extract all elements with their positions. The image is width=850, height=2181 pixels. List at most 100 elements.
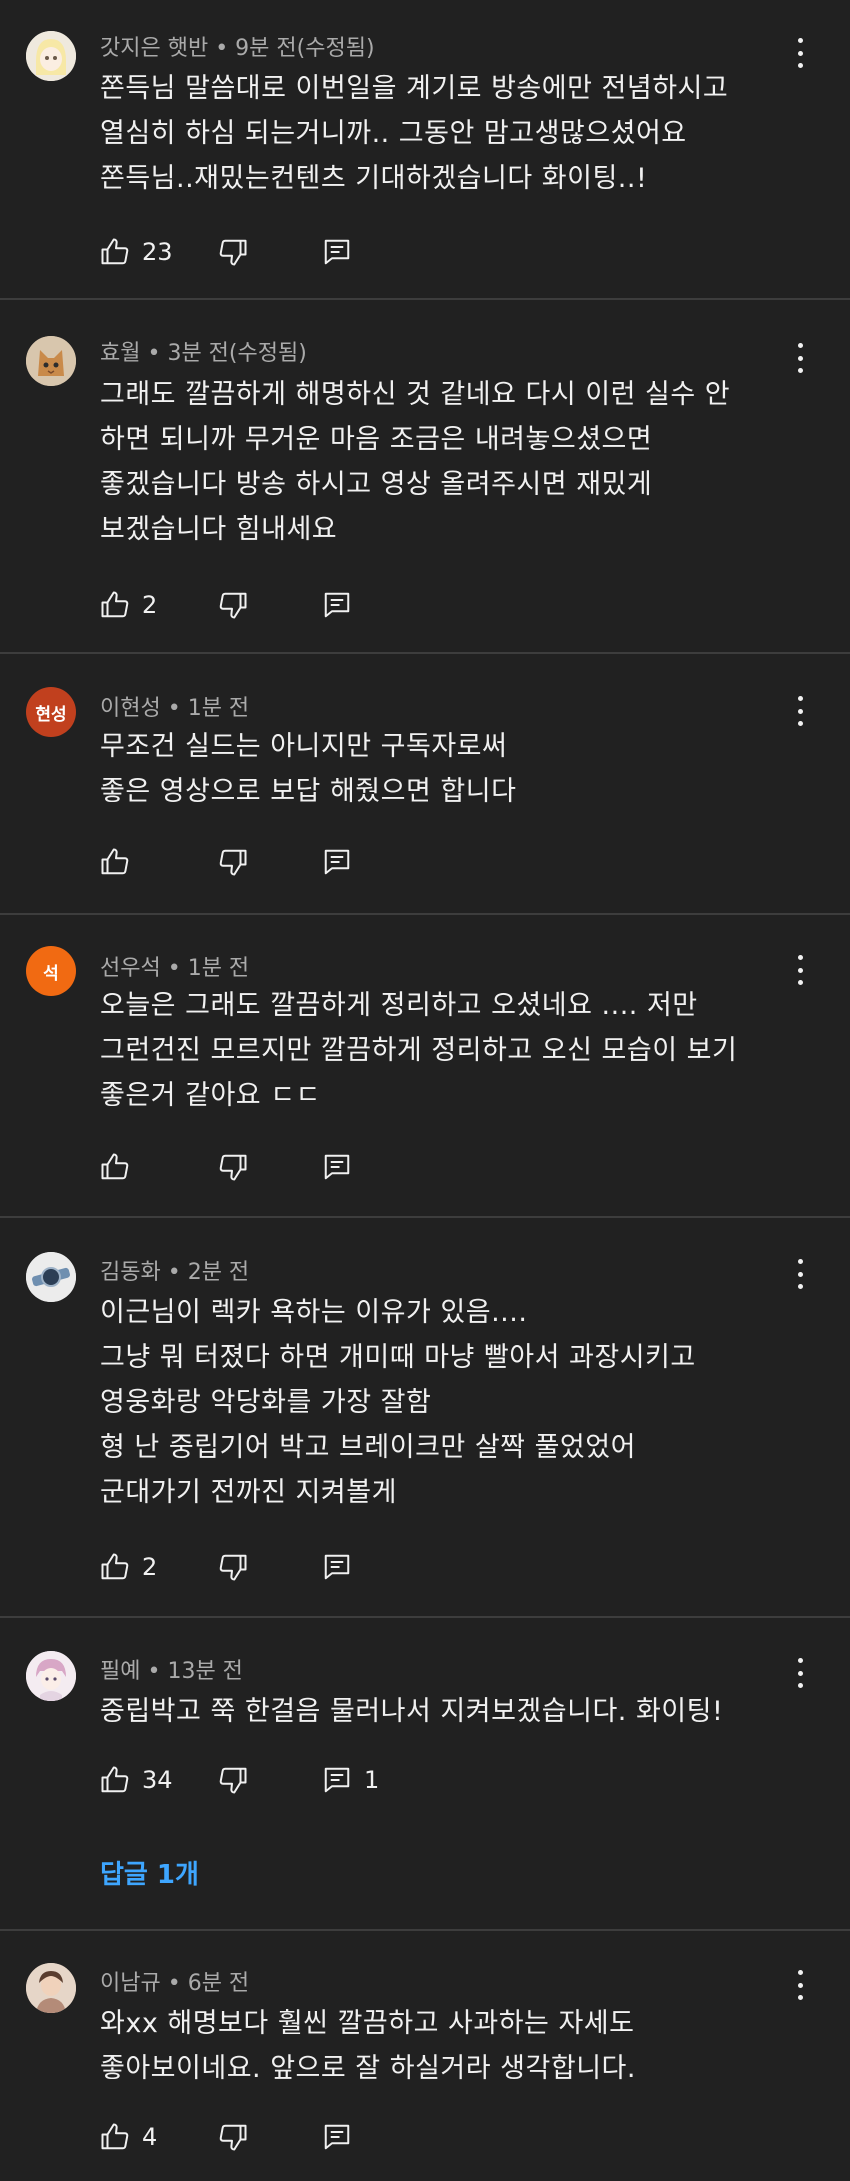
dislike-button[interactable] [218, 232, 248, 272]
reply-button[interactable] [322, 1547, 352, 1587]
thumbs-down-icon [219, 849, 247, 876]
author-name[interactable]: 효월 [100, 341, 140, 366]
like-count: 2 [142, 1553, 158, 1581]
thumbs-down-icon [219, 1154, 247, 1181]
divider [0, 1216, 850, 1218]
more-options-icon[interactable] [792, 38, 808, 68]
comment-actions: 4 [100, 2117, 500, 2157]
more-options-icon[interactable] [792, 1970, 808, 2000]
avatar[interactable] [26, 1651, 76, 1701]
timestamp[interactable]: 1분 전 [188, 956, 249, 981]
avatar[interactable]: 현성 [26, 687, 76, 737]
thumbs-up-icon [101, 591, 129, 618]
avatar[interactable] [26, 1252, 76, 1302]
comment-actions [100, 1147, 500, 1187]
dislike-button[interactable] [218, 1547, 248, 1587]
dislike-button[interactable] [218, 585, 248, 625]
comment-actions [100, 842, 500, 882]
more-options-icon[interactable] [792, 1259, 808, 1289]
like-button[interactable] [100, 842, 142, 882]
meta-separator: • [160, 696, 188, 721]
comment-actions: 2 [100, 585, 500, 625]
like-button[interactable]: 23 [100, 232, 173, 272]
comment-actions: 2 [100, 1547, 500, 1587]
avatar-initials: 현성 [35, 704, 67, 725]
more-options-icon[interactable] [792, 1658, 808, 1688]
avatar[interactable] [26, 336, 76, 386]
avatar-initials: 석 [43, 963, 59, 984]
like-button[interactable]: 4 [100, 2117, 157, 2157]
comment-text: 와xx 해명보다 훨씬 깔끔하고 사과하는 자세도 좋아보이네요. 앞으로 잘 … [100, 2008, 636, 2084]
like-count: 4 [142, 2123, 158, 2151]
author-name[interactable]: 필예 [100, 1659, 140, 1684]
thumbs-down-icon [219, 239, 247, 266]
thumbs-down-icon [219, 1554, 247, 1581]
avatar[interactable] [26, 1963, 76, 2013]
comment-text: 쫀득님 말씀대로 이번일을 계기로 방송에만 전념하시고 열심히 하심 되는거니… [100, 73, 729, 194]
thumbs-down-icon [219, 592, 247, 619]
reply-comment-icon [324, 1767, 350, 1793]
thumbs-down-icon [219, 1767, 247, 1794]
comment-text: 중립박고 쭉 한걸음 물러나서 지켜보겠습니다. 화이팅! [100, 1696, 724, 1727]
author-name[interactable]: 갓지은 햇반 [100, 36, 208, 61]
kitten-icon [26, 336, 76, 386]
comment-meta: 효월 • 3분 전(수정됨) [100, 335, 307, 367]
like-count: 34 [142, 1766, 173, 1794]
like-button[interactable]: 2 [100, 1547, 157, 1587]
avatar[interactable] [26, 31, 76, 81]
anime-boy-icon [26, 1651, 76, 1701]
timestamp[interactable]: 6분 전 [188, 1971, 249, 1996]
reply-button[interactable] [322, 585, 352, 625]
dislike-button[interactable] [218, 1147, 248, 1187]
timestamp[interactable]: 2분 전 [188, 1260, 249, 1285]
divider [0, 1929, 850, 1931]
divider [0, 913, 850, 915]
more-options-icon[interactable] [792, 955, 808, 985]
comment-meta: 이남규 • 6분 전 [100, 1965, 249, 1997]
comment-meta: 김동화 • 2분 전 [100, 1254, 249, 1286]
reply-button[interactable] [322, 1147, 352, 1187]
anime-character-icon [26, 31, 76, 81]
like-button[interactable]: 34 [100, 1760, 173, 1800]
reply-comment-icon [324, 239, 350, 265]
avatar[interactable]: 석 [26, 946, 76, 996]
meta-separator: • [160, 1260, 188, 1285]
divider [0, 652, 850, 654]
more-options-icon[interactable] [792, 343, 808, 373]
reply-comment-icon [324, 592, 350, 618]
like-count: 23 [142, 238, 173, 266]
like-button[interactable]: 2 [100, 585, 157, 625]
thumbs-up-icon [101, 1766, 129, 1793]
meta-separator: • [208, 36, 236, 61]
thumbs-up-icon [101, 848, 129, 875]
author-name[interactable]: 김동화 [100, 1260, 161, 1285]
timestamp[interactable]: 9분 전(수정됨) [235, 36, 374, 61]
person-photo-icon [26, 1963, 76, 2013]
thumbs-up-icon [101, 2123, 129, 2150]
meta-separator: • [140, 341, 168, 366]
timestamp[interactable]: 1분 전 [188, 696, 249, 721]
like-button[interactable] [100, 1147, 142, 1187]
comment-meta: 갓지은 햇반 • 9분 전(수정됨) [100, 30, 375, 62]
dislike-button[interactable] [218, 2117, 248, 2157]
divider [0, 298, 850, 300]
dislike-button[interactable] [218, 842, 248, 882]
view-replies-link[interactable]: 답글 1개 [100, 1854, 199, 1891]
reply-comment-icon [324, 1554, 350, 1580]
author-name[interactable]: 이현성 [100, 696, 161, 721]
reply-button[interactable] [322, 232, 352, 272]
more-options-icon[interactable] [792, 696, 808, 726]
dislike-button[interactable] [218, 1760, 248, 1800]
like-count: 2 [142, 591, 158, 619]
author-name[interactable]: 이남규 [100, 1971, 161, 1996]
reply-button[interactable] [322, 2117, 352, 2157]
thumbs-up-icon [101, 1153, 129, 1180]
author-name[interactable]: 선우석 [100, 956, 161, 981]
timestamp[interactable]: 13분 전 [167, 1659, 242, 1684]
reply-comment-icon [324, 849, 350, 875]
comment-meta: 이현성 • 1분 전 [100, 690, 249, 722]
reply-button[interactable] [322, 842, 352, 882]
meta-separator: • [160, 956, 188, 981]
reply-button[interactable]: 1 [322, 1760, 379, 1800]
timestamp[interactable]: 3분 전(수정됨) [167, 341, 306, 366]
